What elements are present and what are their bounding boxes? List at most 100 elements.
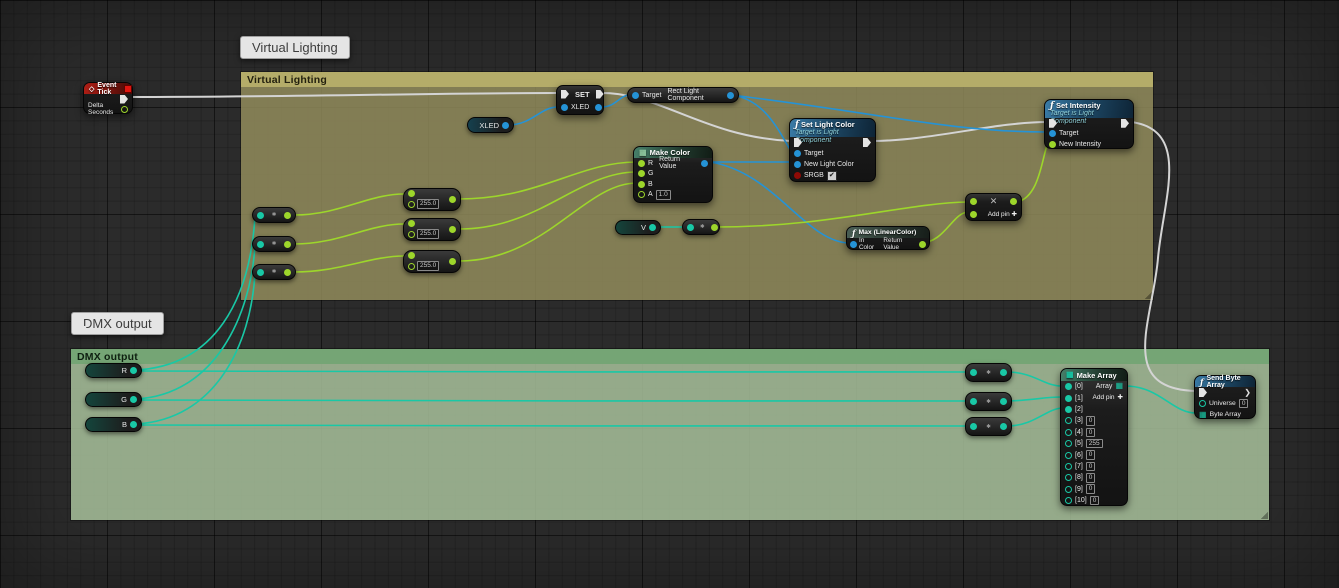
wire-exec-eventtick-to-set[interactable] xyxy=(127,93,558,97)
wire-r-to-multiplier[interactable] xyxy=(136,371,968,372)
float-out-pin[interactable] xyxy=(1010,198,1017,205)
array-elem-pin[interactable] xyxy=(1065,474,1072,481)
wire-conv-b-to-divide[interactable] xyxy=(294,256,404,272)
byte-in-pin[interactable] xyxy=(970,369,977,376)
byte-out-pin[interactable] xyxy=(1000,423,1007,430)
add-pin-label[interactable]: Add pin ✚ xyxy=(988,210,1017,218)
byte-out-pin[interactable] xyxy=(1000,398,1007,405)
wire-conv-r-to-divide[interactable] xyxy=(294,194,404,215)
wire-conv-g-to-divide[interactable] xyxy=(294,224,404,244)
wire-conv-v-to-multiply[interactable] xyxy=(716,202,968,227)
wire-divide-to-makecolor-g[interactable] xyxy=(459,172,637,229)
elem-value[interactable]: 0 xyxy=(1086,416,1096,426)
elem-value[interactable]: 0 xyxy=(1086,484,1096,494)
node-send-byte-array[interactable]: ƒ Send Byte Array ❯ Universe 0 ▦ Byte Ar… xyxy=(1194,375,1256,419)
xled-in-pin[interactable] xyxy=(561,104,568,111)
float-out-pin[interactable] xyxy=(711,224,718,231)
wire-set-to-target[interactable] xyxy=(601,95,630,107)
new-light-color-pin[interactable] xyxy=(794,161,801,168)
float-in-pin[interactable] xyxy=(408,252,415,259)
node-byte-multiply-b[interactable]: ✱ xyxy=(965,417,1012,436)
byte-array-pin[interactable]: ▦ xyxy=(1199,411,1207,419)
array-elem-pin[interactable] xyxy=(1065,497,1072,504)
target-in-pin[interactable] xyxy=(1049,130,1056,137)
node-byte-multiply-g[interactable]: ✱ xyxy=(965,392,1012,411)
xled-out-pin[interactable] xyxy=(502,122,509,129)
exec-out-pin[interactable] xyxy=(1121,119,1129,128)
byte-in-pin[interactable] xyxy=(257,241,264,248)
rect-light-out-pin[interactable] xyxy=(727,92,734,99)
elem-value[interactable]: 0 xyxy=(1086,473,1096,483)
wire-divide-to-makecolor-b[interactable] xyxy=(459,183,637,261)
a-in-pin[interactable] xyxy=(638,191,645,198)
wire-rectlight-to-setlightcolor-target[interactable] xyxy=(731,95,791,151)
wire-b-up-to-conv[interactable] xyxy=(136,273,255,424)
wire-divide-to-makecolor-r[interactable] xyxy=(459,162,637,199)
exec-out-pin[interactable] xyxy=(120,95,128,104)
array-out-pin[interactable]: ▦ xyxy=(1115,382,1123,390)
divisor-value[interactable]: 255.0 xyxy=(417,199,439,209)
wire-mult-to-array0[interactable] xyxy=(1009,372,1062,386)
wire-g-to-multiplier[interactable] xyxy=(136,400,968,401)
float-in-pin-a[interactable] xyxy=(970,198,977,205)
node-make-array[interactable]: ▦ Make Array [0] [1] [2] [3]0 [4]0 [5]25… xyxy=(1060,368,1128,506)
return-value-pin[interactable] xyxy=(919,241,926,248)
array-elem-pin[interactable] xyxy=(1065,395,1072,402)
byte-in-pin[interactable] xyxy=(970,423,977,430)
g-in-pin[interactable] xyxy=(638,170,645,177)
srgb-pin[interactable] xyxy=(794,172,801,179)
node-byte-multiply-r[interactable]: ✱ xyxy=(965,363,1012,382)
xled-out-pin[interactable] xyxy=(595,104,602,111)
b-in-pin[interactable] xyxy=(638,181,645,188)
array-elem-pin[interactable] xyxy=(1065,463,1072,470)
float-out-pin[interactable] xyxy=(284,241,291,248)
array-elem-pin[interactable] xyxy=(1065,406,1072,413)
node-get-g[interactable]: G xyxy=(85,392,142,407)
wire-exec-setintensity-to-sendbytearray[interactable] xyxy=(1131,122,1196,391)
node-multiply-float[interactable]: ✕ Add pin ✚ xyxy=(965,193,1022,221)
exec-out-pin[interactable] xyxy=(596,90,604,99)
elem-value[interactable]: 0 xyxy=(1090,496,1100,506)
return-value-pin[interactable] xyxy=(701,160,708,167)
target-in-pin[interactable] xyxy=(632,92,639,99)
elem-value[interactable]: 0 xyxy=(1086,428,1096,438)
byte-in-pin[interactable] xyxy=(687,224,694,231)
wire-r-up-to-conv[interactable] xyxy=(136,216,255,370)
divisor-value[interactable]: 255.0 xyxy=(417,261,439,271)
node-divide-255-g[interactable]: 255.0 xyxy=(403,218,461,241)
b-out-pin[interactable] xyxy=(130,421,137,428)
blueprint-graph-canvas[interactable]: Virtual Lighting DMX output xyxy=(0,0,1339,588)
array-elem-pin[interactable] xyxy=(1065,383,1072,390)
v-out-pin[interactable] xyxy=(649,224,656,231)
wire-b-to-multiplier[interactable] xyxy=(136,425,968,426)
srgb-checkbox[interactable]: ✔ xyxy=(827,171,837,181)
node-convert-byte-to-float-g[interactable]: ✱ xyxy=(252,236,296,252)
delta-seconds-pin[interactable] xyxy=(121,106,128,113)
node-set-intensity[interactable]: ƒ Set Intensity Target is Light Componen… xyxy=(1044,99,1134,149)
byte-in-pin[interactable] xyxy=(257,269,264,276)
exec-out-pin[interactable]: ❯ xyxy=(1244,389,1251,397)
elem-value[interactable]: 0 xyxy=(1086,462,1096,472)
node-max-linearcolor[interactable]: ƒ Max (LinearColor) In Color Return Valu… xyxy=(846,226,930,250)
wire-xled-to-set[interactable] xyxy=(508,107,558,125)
node-set-xled[interactable]: SET XLED xyxy=(556,85,604,115)
float-default-pin[interactable] xyxy=(408,201,415,208)
float-out-pin[interactable] xyxy=(284,269,291,276)
elem-value[interactable]: 0 xyxy=(1086,450,1096,460)
universe-pin[interactable] xyxy=(1199,400,1206,407)
node-make-color[interactable]: ▦ Make Color R Return Value G B A 1.0 xyxy=(633,146,713,203)
node-set-light-color[interactable]: ƒ Set Light Color Target is Light Compon… xyxy=(789,118,876,182)
float-out-pin[interactable] xyxy=(284,212,291,219)
float-in-pin-b[interactable] xyxy=(970,211,977,218)
g-out-pin[interactable] xyxy=(130,396,137,403)
target-in-pin[interactable] xyxy=(794,150,801,157)
float-default-pin[interactable] xyxy=(408,263,415,270)
node-get-v[interactable]: V xyxy=(615,220,661,235)
in-color-pin[interactable] xyxy=(850,241,857,248)
byte-out-pin[interactable] xyxy=(1000,369,1007,376)
r-in-pin[interactable] xyxy=(638,160,645,167)
float-in-pin[interactable] xyxy=(408,190,415,197)
new-intensity-pin[interactable] xyxy=(1049,141,1056,148)
float-out-pin[interactable] xyxy=(449,258,456,265)
add-pin-label[interactable]: Add pin✚ xyxy=(1093,393,1124,401)
